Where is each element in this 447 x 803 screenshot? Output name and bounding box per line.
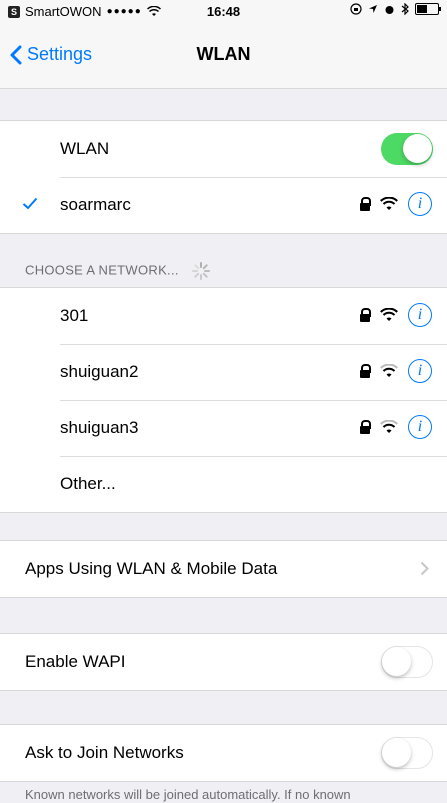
other-network-label: Other... — [60, 474, 116, 493]
loading-spinner-icon — [191, 262, 210, 280]
bluetooth-icon — [401, 3, 409, 15]
battery-icon — [415, 3, 441, 15]
ask-to-join-label: Ask to Join Networks — [25, 743, 184, 762]
ask-to-join-footer: Known networks will be joined automatica… — [25, 787, 351, 802]
network-name: shuiguan3 — [60, 418, 139, 437]
wapi-group: Enable WAPI — [0, 633, 447, 691]
choose-network-header: CHOOSE A NETWORK... — [25, 261, 211, 281]
wlan-toggle[interactable] — [381, 133, 433, 165]
apps-using-wlan-group: Apps Using WLAN & Mobile Data — [0, 540, 447, 598]
chevron-right-icon — [420, 561, 429, 576]
wifi-icon — [380, 308, 398, 321]
page-title: WLAN — [196, 44, 251, 64]
lock-icon — [360, 420, 371, 434]
connected-network-row[interactable]: soarmarc i — [0, 177, 447, 233]
lock-icon — [360, 308, 371, 322]
status-bar: S SmartOWON ●●●●● 16:48 — [0, 0, 447, 24]
wlan-label: WLAN — [60, 139, 110, 158]
status-right — [350, 3, 441, 15]
alarm-icon — [385, 5, 394, 14]
ask-to-join-toggle[interactable] — [381, 737, 433, 769]
wlan-group: WLAN soarmarc i — [0, 120, 447, 234]
location-icon — [369, 5, 377, 13]
ask-to-join-group: Ask to Join Networks — [0, 724, 447, 782]
network-icons: i — [360, 359, 432, 383]
checkmark-icon — [22, 197, 38, 210]
info-icon[interactable]: i — [408, 192, 432, 216]
apps-using-wlan-label: Apps Using WLAN & Mobile Data — [25, 559, 278, 578]
networks-group: 301 i shuiguan2 i shuiguan3 i Other... — [0, 287, 447, 513]
apps-using-wlan-row[interactable]: Apps Using WLAN & Mobile Data — [0, 541, 447, 597]
wifi-icon — [380, 420, 398, 433]
enable-wapi-label: Enable WAPI — [25, 652, 126, 671]
ask-to-join-row: Ask to Join Networks — [0, 725, 447, 781]
connected-network-name: soarmarc — [60, 195, 131, 214]
enable-wapi-row: Enable WAPI — [0, 634, 447, 690]
enable-wapi-toggle[interactable] — [381, 646, 433, 678]
network-icons: i — [360, 415, 432, 439]
network-row[interactable]: shuiguan2 i — [0, 344, 447, 400]
wifi-icon — [380, 364, 398, 377]
lock-icon — [360, 197, 371, 211]
wifi-icon — [380, 197, 398, 210]
navigation-bar: Settings WLAN — [0, 24, 447, 89]
network-name: shuiguan2 — [60, 362, 139, 381]
network-row[interactable]: shuiguan3 i — [0, 400, 447, 456]
rotation-lock-icon — [350, 3, 362, 15]
network-row[interactable]: 301 i — [0, 288, 447, 344]
choose-network-label: CHOOSE A NETWORK... — [25, 262, 179, 278]
wlan-toggle-row: WLAN — [0, 121, 447, 177]
info-icon[interactable]: i — [408, 303, 432, 327]
connected-network-icons: i — [360, 192, 432, 216]
info-icon[interactable]: i — [408, 359, 432, 383]
other-network-row[interactable]: Other... — [0, 456, 447, 512]
network-icons: i — [360, 303, 432, 327]
lock-icon — [360, 364, 371, 378]
network-name: 301 — [60, 306, 89, 325]
info-icon[interactable]: i — [408, 415, 432, 439]
